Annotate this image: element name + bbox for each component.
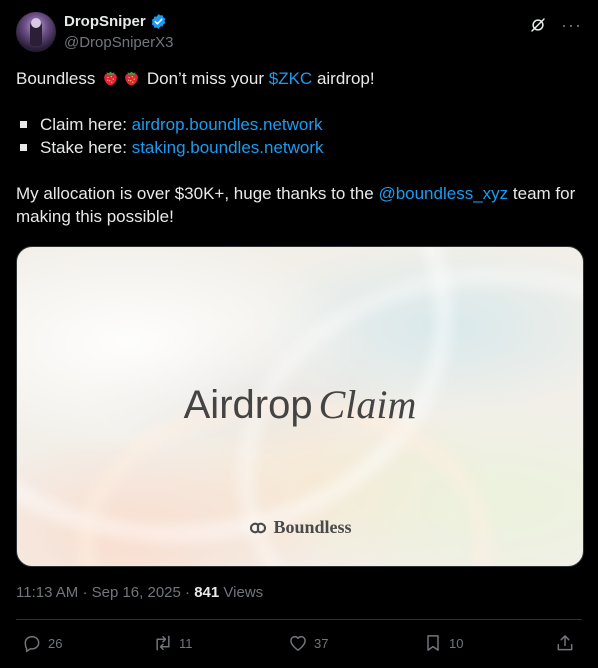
reply-button[interactable]: 26	[22, 633, 62, 653]
closing-paragraph: My allocation is over $30K+, huge thanks…	[16, 182, 582, 228]
heart-icon	[290, 635, 306, 651]
header-actions: ···	[529, 16, 582, 34]
strawberry-emoji-icon	[125, 71, 138, 86]
share-button[interactable]	[555, 633, 575, 653]
action-bar: 26 11 37 10	[0, 633, 598, 657]
bullet-label: Stake here:	[40, 138, 127, 157]
stake-link[interactable]: staking.boundles.network	[132, 138, 324, 157]
repost-icon	[156, 635, 170, 651]
media-brand-name: Boundless	[273, 517, 352, 537]
meta-separator: ·	[185, 584, 191, 601]
tweet-header: DropSniper @DropSniperX3 ···	[16, 12, 582, 52]
tweet-text-suffix: airdrop!	[316, 69, 375, 88]
display-name[interactable]: DropSniper	[64, 13, 146, 30]
media-title-italic: Claim	[318, 382, 417, 427]
media-title-main: Airdrop	[183, 383, 313, 427]
media-brand: Boundless	[17, 517, 583, 538]
repost-count: 11	[179, 635, 193, 651]
grok-icon[interactable]	[529, 16, 547, 34]
cashtag-link[interactable]: $ZKC	[269, 69, 312, 88]
divider	[16, 619, 582, 620]
handle[interactable]: @DropSniperX3	[64, 34, 173, 51]
tweet-date[interactable]: Sep 16, 2025	[92, 584, 181, 601]
share-icon	[557, 635, 573, 651]
like-button[interactable]: 37	[288, 633, 328, 653]
tweet-time[interactable]: 11:13 AM	[16, 584, 78, 601]
bullet-square-icon	[20, 143, 27, 151]
boundless-logo-icon	[250, 522, 267, 533]
reply-icon	[24, 636, 40, 653]
bullet-item-stake: Stake here: staking.boundles.network	[16, 136, 582, 159]
media-title: Airdrop Claim	[17, 381, 583, 428]
like-count: 37	[314, 635, 329, 651]
views-count: 841	[194, 584, 220, 601]
mention-link[interactable]: @boundless_xyz	[378, 184, 508, 203]
tweet-text-middle: Don’t miss your	[146, 69, 264, 88]
bookmark-button[interactable]: 10	[423, 633, 463, 653]
media-image[interactable]: Airdrop Claim Boundless	[16, 246, 584, 567]
views-label: Views	[223, 584, 264, 601]
bullet-item-claim: Claim here: airdrop.boundles.network	[16, 113, 582, 136]
bullet-label: Claim here:	[40, 115, 127, 134]
bullet-square-icon	[20, 120, 27, 128]
reply-count: 26	[48, 635, 63, 651]
bookmark-count: 10	[449, 635, 464, 651]
tweet-text-prefix: Boundless	[16, 69, 96, 88]
verified-badge-icon	[151, 14, 165, 29]
tweet-line-1: Boundless Don’t miss your $ZKC airdrop!	[16, 67, 582, 90]
closing-text-before: My allocation is over $30K+, huge thanks…	[16, 184, 374, 203]
bookmark-icon	[427, 635, 439, 651]
meta-separator: ·	[82, 584, 88, 601]
name-row: DropSniper	[64, 13, 167, 30]
repost-button[interactable]: 11	[153, 633, 193, 653]
tweet-text: Boundless Don’t miss your $ZKC airdrop! …	[16, 67, 582, 228]
tweet-meta: 11:13 AM · Sep 16, 2025 · 841 Views	[16, 584, 263, 601]
more-options-icon[interactable]: ···	[561, 16, 582, 34]
claim-link[interactable]: airdrop.boundles.network	[132, 115, 323, 134]
strawberry-emoji-icon	[104, 71, 117, 86]
avatar[interactable]	[16, 12, 56, 52]
